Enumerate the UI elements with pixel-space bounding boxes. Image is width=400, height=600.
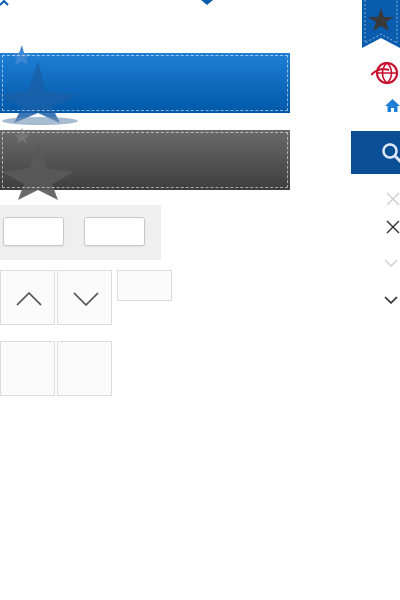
- blank-tile-button[interactable]: [57, 341, 112, 396]
- plain-button-left[interactable]: [3, 217, 64, 246]
- sprite-sheet: [0, 0, 400, 600]
- dropdown-notch-icon: [201, 0, 213, 5]
- scroll-up-button[interactable]: [0, 270, 55, 325]
- blue-header-banner: [0, 45, 290, 125]
- plain-button-right[interactable]: [84, 217, 145, 246]
- star-ribbon-icon[interactable]: [362, 0, 400, 48]
- basketball-logo-icon[interactable]: [371, 61, 400, 85]
- scroll-down-button[interactable]: [57, 270, 112, 325]
- search-icon: [382, 143, 400, 164]
- search-button[interactable]: [351, 131, 400, 174]
- gray-header-banner: [0, 128, 290, 200]
- chevron-down-icon[interactable]: [384, 296, 398, 305]
- blank-small-button[interactable]: [117, 270, 172, 301]
- chevron-down-icon: [73, 292, 99, 307]
- close-icon[interactable]: [386, 192, 400, 206]
- close-icon[interactable]: [386, 220, 400, 234]
- button-group-panel: [0, 205, 161, 260]
- blank-tile-button[interactable]: [0, 341, 55, 396]
- banner-stitch-border: [2, 55, 288, 111]
- chevron-up-icon: [16, 291, 42, 306]
- chevron-down-icon[interactable]: [384, 259, 398, 268]
- corner-mark-icon: [0, 0, 9, 6]
- home-icon[interactable]: [385, 99, 400, 112]
- banner-stitch-border: [2, 132, 288, 188]
